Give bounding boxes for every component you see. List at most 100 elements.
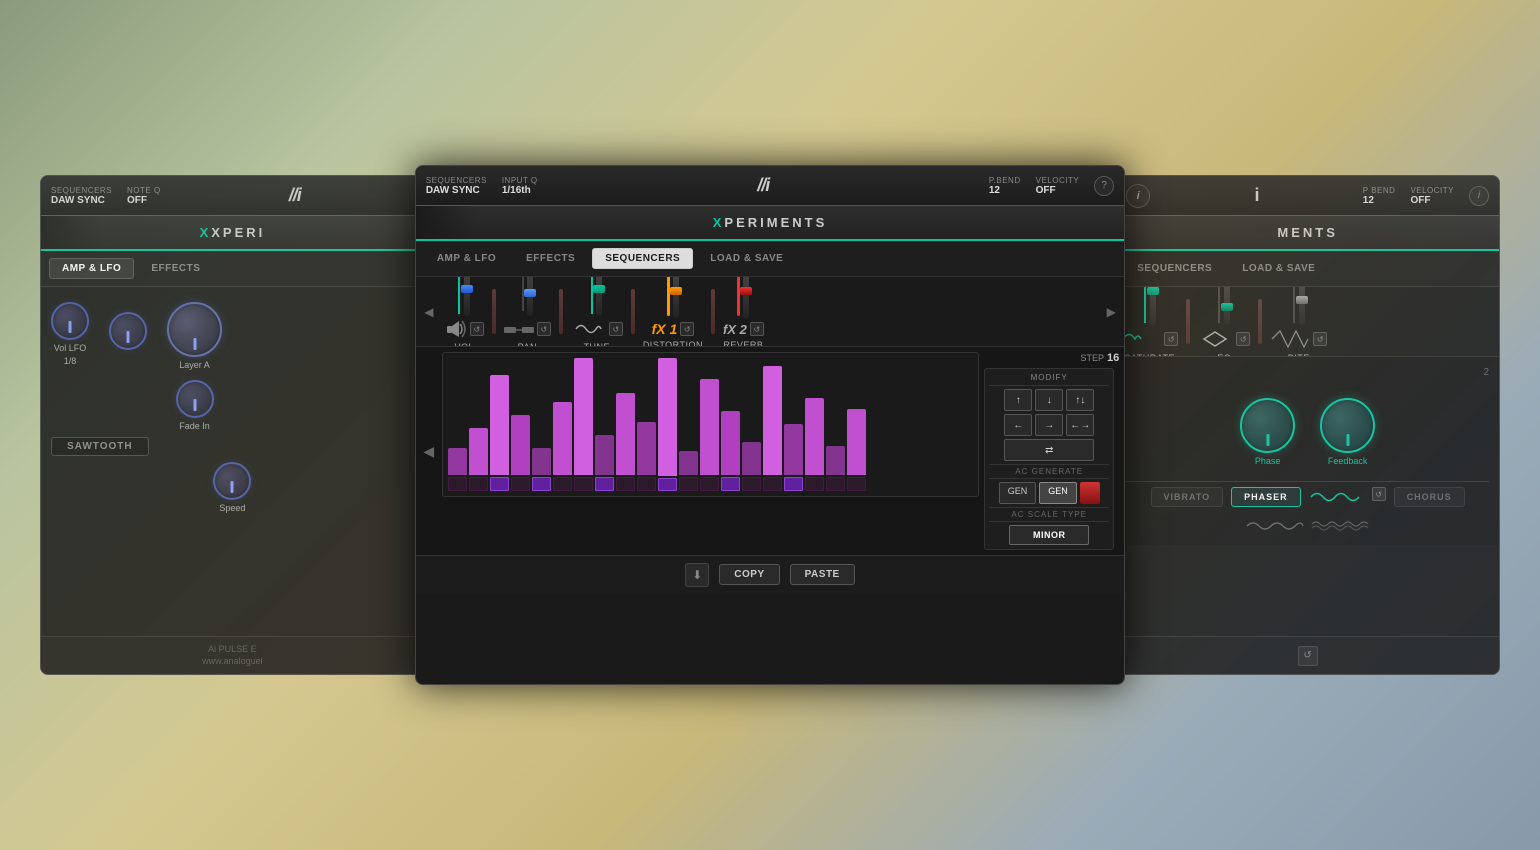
bite-reset[interactable]: ↺ [1313,332,1327,346]
seq-left-arrow[interactable]: ◀ [421,352,437,550]
help-button[interactable]: ? [1094,176,1114,196]
paste-button[interactable]: PASTE [790,564,855,585]
left-title-bar: XXPERI [41,216,424,251]
left-sequencers-group: SEQUENCERS DAW SYNC [51,186,112,206]
tab-amp-lfo-center[interactable]: AMP & LFO [424,248,509,269]
phase-label: Phase [1255,456,1281,466]
right-help-button[interactable]: i [1469,186,1489,206]
gen-active-btn[interactable]: GEN [1039,482,1077,504]
vibrato-tab[interactable]: VIBRATO [1151,487,1224,507]
seq-grid [442,352,979,497]
speaker-icon [445,319,467,339]
move-right[interactable]: → [1035,414,1063,436]
center-inputq-group: INPUT Q 1/16th [502,176,538,196]
right-pbend-value[interactable]: 12 [1363,195,1396,206]
tab-sequencers-center[interactable]: SEQUENCERS [592,248,693,269]
move-left[interactable]: ← [1004,414,1032,436]
center-inputq-label: INPUT Q [502,176,538,185]
tab-amp-lfo-left[interactable]: AMP & LFO [49,258,134,279]
divider4 [711,289,715,334]
right-knobs-area: 2 Phase Feedback VIBRA [1116,357,1499,545]
chorus-wave-icon [1310,517,1370,535]
modify-updown[interactable]: ↑↓ [1066,389,1094,411]
right-logo: i [1165,185,1348,206]
phase-knob[interactable] [1240,398,1295,453]
scale-minor-btn[interactable]: MINOR [1009,525,1089,545]
bite-wave-icon [1270,328,1310,350]
right-panel: i i P BEND 12 VELOCITY OFF i MENTS SEQUE… [1115,175,1500,675]
center-bottom: ⬇ COPY PASTE [416,555,1124,593]
speed-knob[interactable] [213,462,251,500]
saturate-reset[interactable]: ↺ [1164,332,1178,346]
layer-a-knob[interactable] [167,302,222,357]
extra-knob-left[interactable] [109,312,147,350]
vol-lfo-value: 1/8 [64,356,77,366]
right-pbend-label: P BEND [1363,186,1396,195]
reverb-reset[interactable]: ↺ [750,322,764,336]
center-inputq-value[interactable]: 1/16th [502,185,538,196]
left-daw-sync[interactable]: DAW SYNC [51,195,112,206]
fade-in-knob[interactable] [176,380,214,418]
chorus-tab[interactable]: CHORUS [1394,487,1465,507]
phaser-reset[interactable]: ↺ [1372,487,1386,501]
effects-left-arrow[interactable]: ◀ [421,277,437,346]
waveform-label: SAWTOOTH [51,437,149,456]
tab-sequencers-right[interactable]: SEQUENCERS [1124,258,1225,279]
step-value: 16 [1107,352,1119,364]
left-panel: SEQUENCERS DAW SYNC NOTE Q OFF //i XXPER… [40,175,425,675]
effect-distortion: fX 1 ↺ DISTORTION [643,277,703,347]
copy-button[interactable]: COPY [719,564,779,585]
distortion-icon: fX 1 [652,321,678,337]
center-panel: SEQUENCERS DAW SYNC INPUT Q 1/16th //i P… [415,165,1125,685]
phase-feedback-row: Phase Feedback [1126,398,1489,466]
gen-indicator [1080,482,1100,504]
divider2 [559,289,563,334]
center-daw-sync[interactable]: DAW SYNC [426,185,487,196]
eq-reset[interactable]: ↺ [1236,332,1250,346]
ac-generate-divider: AC GENERATE [989,464,1109,479]
left-title: XXPERI [200,225,266,240]
speed-label: Speed [219,503,245,513]
vibrato-wave-icon [1245,517,1305,535]
step-label: STEP [1080,353,1104,363]
phaser-tab[interactable]: PHASER [1231,487,1301,507]
distortion-reset[interactable]: ↺ [680,322,694,336]
phaser-wave-display [1309,488,1364,506]
effects-right-arrow[interactable]: ▶ [1103,277,1119,346]
center-vel-label: VELOCITY [1036,176,1080,185]
divider3 [631,289,635,334]
shuffle-btn[interactable]: ⇄ [1004,439,1094,461]
eq-diamond-icon [1198,328,1233,350]
center-pbend-value[interactable]: 12 [989,185,1021,196]
tab-effects-left[interactable]: EFFECTS [138,258,213,279]
right-placeholder-label: 2 [1483,367,1489,378]
tab-loadsave-right[interactable]: LOAD & SAVE [1229,258,1328,279]
effect-saturate: ↺ SATURATE [1121,287,1178,357]
move-arrows-row: ← → ←→ [989,414,1109,436]
distortion-label: DISTORTION [643,340,703,347]
right-divider2 [1258,299,1262,344]
right-bottom-icon[interactable]: ↺ [1298,646,1318,666]
modify-up[interactable]: ↑ [1004,389,1032,411]
feedback-knob[interactable] [1320,398,1375,453]
effect-reverb: fX 2 ↺ REVERB [723,277,764,347]
sequencer-main: ◀ [416,347,1124,555]
gen-btn[interactable]: GEN [999,482,1037,504]
right-effects-row: ↺ SATURATE ↺ EQ [1116,287,1499,357]
vol-reset[interactable]: ↺ [470,322,484,336]
move-leftright[interactable]: ←→ [1066,414,1094,436]
tab-effects-center[interactable]: EFFECTS [513,248,588,269]
pan-reset[interactable]: ↺ [537,322,551,336]
export-icon[interactable]: ⬇ [685,563,709,587]
right-bottom: ↺ [1116,636,1499,674]
right-title-bar: MENTS [1116,216,1499,251]
reverb-icon: fX 2 [723,322,747,337]
modify-down[interactable]: ↓ [1035,389,1063,411]
tune-reset[interactable]: ↺ [609,322,623,336]
vol-lfo-knob[interactable] [51,302,89,340]
center-vel-value[interactable]: OFF [1036,185,1080,196]
left-noteq-value[interactable]: OFF [127,195,161,206]
left-header: SEQUENCERS DAW SYNC NOTE Q OFF //i [41,176,424,216]
right-vel-value[interactable]: OFF [1410,195,1454,206]
tab-loadsave-center[interactable]: LOAD & SAVE [697,248,796,269]
